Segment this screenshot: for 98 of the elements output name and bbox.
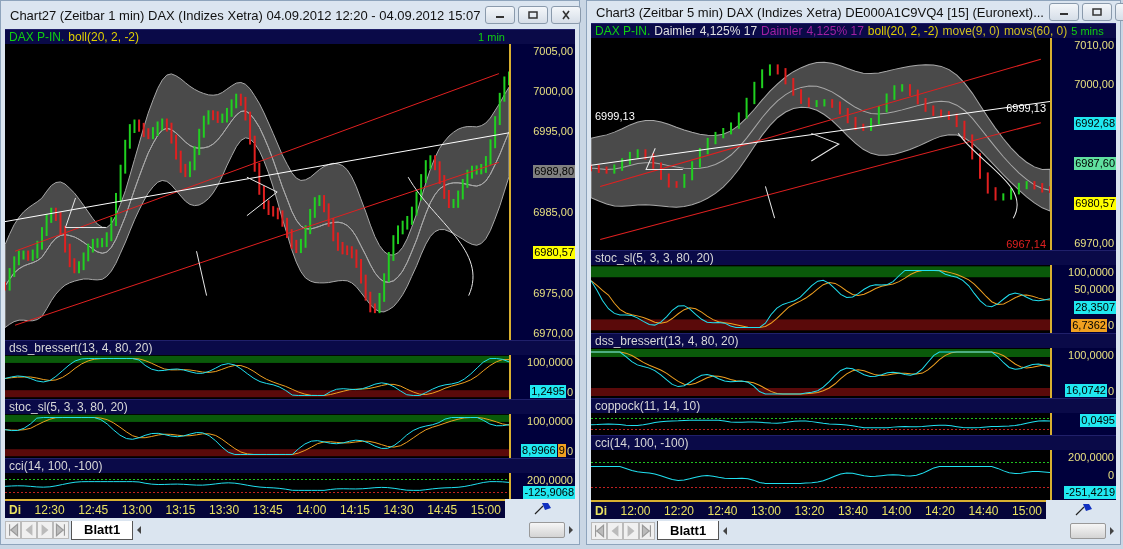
axis-label: 7000,00 xyxy=(533,85,574,97)
time-label: 14:00 xyxy=(881,503,912,518)
indicator-label: stoc_sl(5, 3, 3, 80, 20) xyxy=(9,400,128,414)
axis-label: 100,0000 xyxy=(1068,266,1115,278)
axis-label: 0 xyxy=(1107,468,1115,481)
minimize-button[interactable] xyxy=(1048,3,1079,21)
indicator-label: cci(14, 100, -100) xyxy=(9,459,103,473)
value-marker: 6,7362 xyxy=(1071,319,1107,332)
timeframe-label: 1 min xyxy=(478,31,506,43)
axis-label: 6975,00 xyxy=(533,287,574,299)
time-label: 13:00 xyxy=(121,502,152,517)
axis-label: 7000,00 xyxy=(1074,78,1115,90)
close-icon xyxy=(560,10,573,20)
time-label: 13:20 xyxy=(794,503,825,518)
time-label: 14:40 xyxy=(968,503,999,518)
indicator-label: boll(20, 2, -2) xyxy=(68,30,140,44)
maximize-button[interactable] xyxy=(1081,3,1112,21)
close-button[interactable] xyxy=(551,6,582,24)
window-title: Chart27 (Zeitbar 1 min) DAX (Indizes Xetra) 04.09.2012 12:20 - 04.09.2012 15:07 xyxy=(10,7,481,23)
indicator-label: stoc_sl(5, 3, 3, 80, 20) xyxy=(595,251,714,265)
price-label: 6967,14 xyxy=(1006,238,1046,250)
axis-label: 100,0000 xyxy=(1068,349,1115,361)
time-label: 13:40 xyxy=(837,503,868,518)
value-marker: 9 xyxy=(557,444,566,457)
time-label: 15:00 xyxy=(1011,503,1042,518)
timeframe-label: 5 mins xyxy=(1071,25,1105,37)
indicator-label: DAX P-IN. xyxy=(9,30,65,44)
time-label: 12:40 xyxy=(707,503,738,518)
axis-label: 100,0000 xyxy=(527,356,574,368)
time-label: 12:30 xyxy=(34,502,65,517)
indicator-label: DAX P-IN. xyxy=(595,24,651,38)
value-marker: 6980,57 xyxy=(1074,197,1116,210)
value-marker: 0,0495 xyxy=(1080,414,1116,427)
maximize-button[interactable] xyxy=(518,6,549,24)
sheet-tab[interactable]: Blatt1 xyxy=(71,520,134,540)
time-label: 12:20 xyxy=(663,503,694,518)
axis-label: 100,0000 xyxy=(527,415,574,427)
maximize-icon xyxy=(527,10,540,20)
scroll-right-icon[interactable] xyxy=(567,525,575,535)
value-marker: 6987,60 xyxy=(1074,157,1116,170)
sheet-tab[interactable]: Blatt1 xyxy=(657,521,720,540)
axis-label: 200,0000 xyxy=(1068,451,1115,463)
indicator-label: boll(20, 2, -2) xyxy=(867,24,939,38)
time-label: 13:45 xyxy=(252,502,283,517)
time-label: 14:00 xyxy=(296,502,327,517)
flag-icon[interactable] xyxy=(1074,502,1094,516)
value-marker: -125,9068 xyxy=(523,486,575,499)
time-label: 14:45 xyxy=(427,502,458,517)
indicator-label: Daimler xyxy=(761,24,803,38)
indicator-label: move(9, 0) xyxy=(942,24,1000,38)
value-marker: 6989,80 xyxy=(533,165,575,178)
price-label: 6999,13 xyxy=(595,110,635,123)
indicator-label: 4,125% 17 xyxy=(806,24,864,38)
maximize-icon xyxy=(1090,7,1103,17)
time-label: 13:00 xyxy=(750,503,781,518)
day-label: Di xyxy=(9,502,21,517)
time-label: 12:00 xyxy=(620,503,651,518)
axis-label: 0 xyxy=(566,385,574,398)
indicator-label: movs(60, 0) xyxy=(1003,24,1068,38)
value-marker: 6992,68 xyxy=(1074,117,1116,130)
window-title: Chart3 (Zeitbar 5 min) DAX (Indizes Xetra) DE000A1C9VQ4 [15] (Euronext)... xyxy=(596,4,1044,20)
axis-label: 0 xyxy=(566,444,574,457)
scrollbar-thumb[interactable] xyxy=(1070,522,1106,539)
scroll-right-icon[interactable] xyxy=(1108,525,1116,536)
value-marker: 1,2495 xyxy=(530,385,566,398)
indicator-label: dss_bressert(13, 4, 80, 20) xyxy=(9,341,153,355)
time-label: 13:30 xyxy=(209,502,240,517)
value-marker: 8,9966 xyxy=(521,444,557,457)
value-marker: -251,4219 xyxy=(1064,486,1116,499)
time-label: 12:45 xyxy=(78,502,109,517)
indicator-label: coppock(11, 14, 10) xyxy=(595,399,701,413)
axis-label: 0 xyxy=(1107,384,1115,397)
axis-label: 6970,00 xyxy=(533,327,574,339)
axis-label: 50,0000 xyxy=(1074,283,1115,296)
value-marker: 16,0742 xyxy=(1065,384,1107,397)
axis-label: 6995,00 xyxy=(533,125,574,137)
time-label: 14:30 xyxy=(383,502,414,517)
scrollbar-thumb[interactable] xyxy=(529,522,565,538)
value-marker: 6980,57 xyxy=(533,246,575,259)
day-label: Di xyxy=(595,503,607,518)
time-label: 14:20 xyxy=(924,503,955,518)
time-label: 14:15 xyxy=(339,502,370,517)
axis-label: 200,0000 xyxy=(527,474,574,486)
time-label: 13:15 xyxy=(165,502,196,517)
axis-label: 6970,00 xyxy=(1074,237,1115,249)
indicator-label: cci(14, 100, -100) xyxy=(595,436,689,450)
axis-label: 7010,00 xyxy=(1074,39,1115,51)
minimize-button[interactable] xyxy=(485,6,516,24)
indicator-label: dss_bressert(13, 4, 80, 20) xyxy=(595,334,739,348)
value-marker: 28,3507 xyxy=(1074,300,1116,314)
flag-icon[interactable] xyxy=(533,501,553,515)
indicator-label: 4,125% 17 xyxy=(699,24,758,38)
price-label: 6999,13 xyxy=(1006,101,1046,114)
axis-label: 6985,00 xyxy=(533,206,574,218)
time-label: 15:00 xyxy=(470,502,501,517)
indicator-label: Daimler xyxy=(654,24,696,38)
axis-label: 7005,00 xyxy=(533,45,574,57)
axis-label: 0 xyxy=(1107,319,1115,332)
